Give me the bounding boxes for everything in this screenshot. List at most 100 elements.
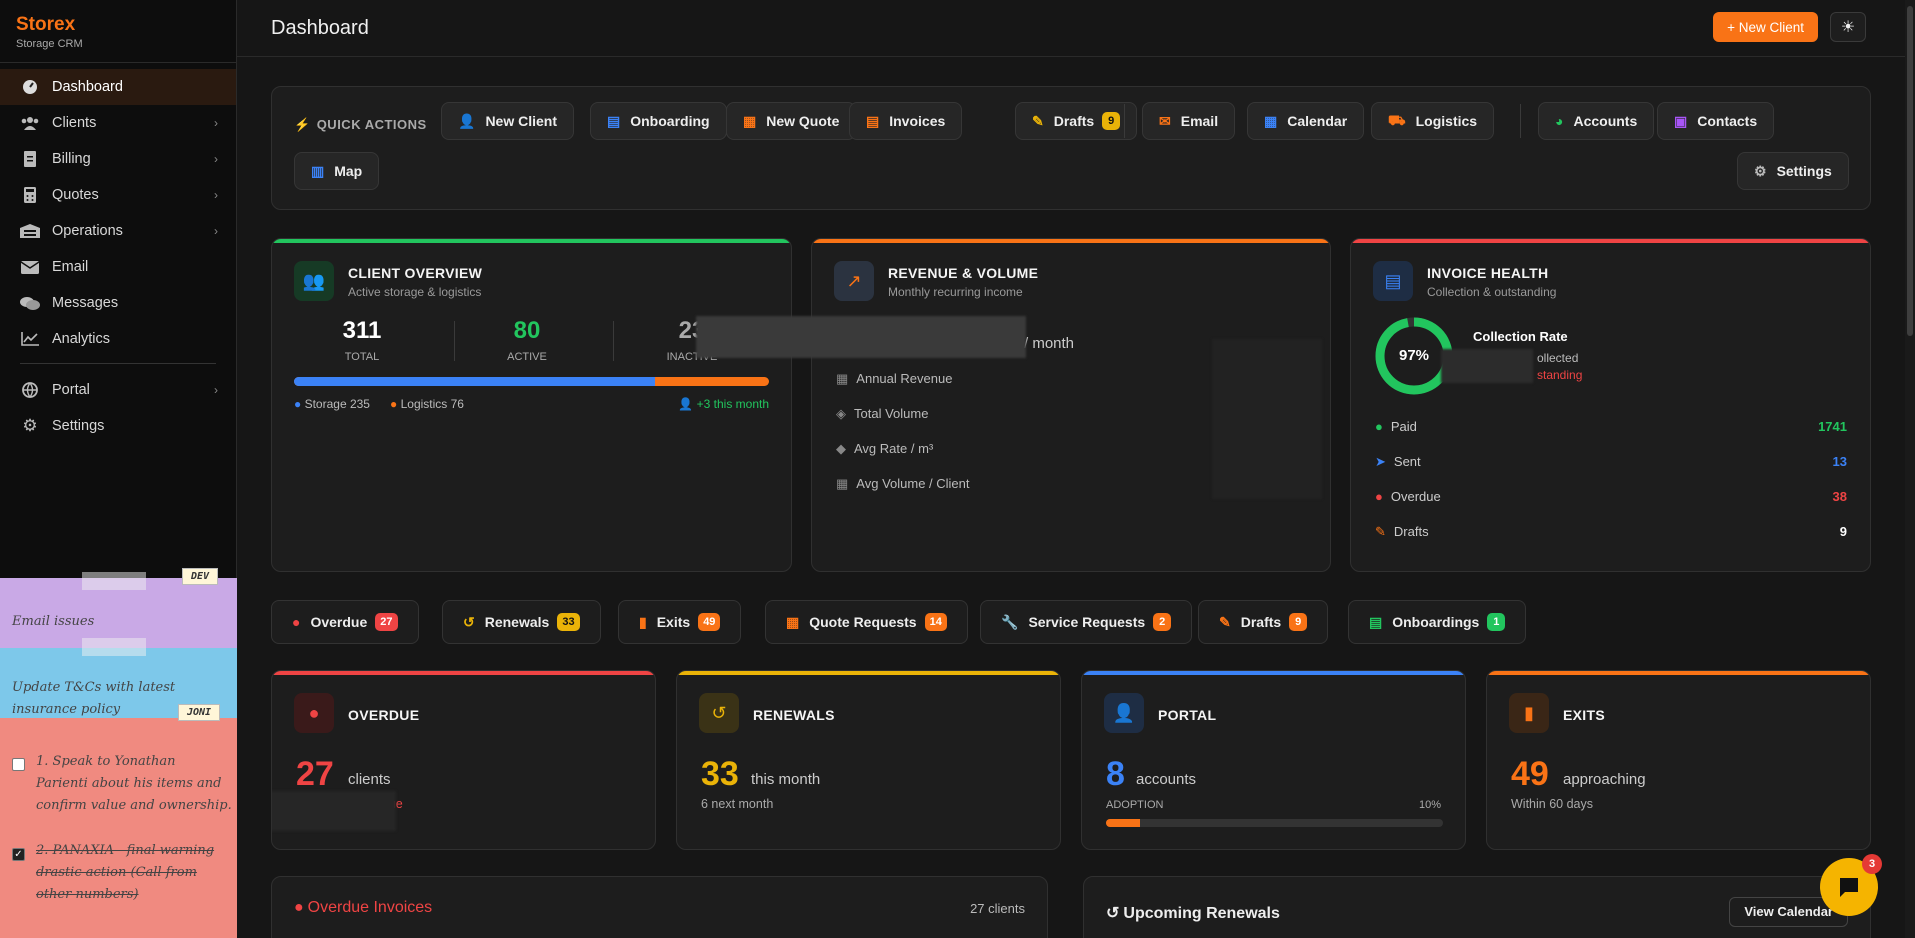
sidebar-item-quotes[interactable]: Quotes › [0,177,236,213]
sidebar-nav: Dashboard Clients › Billing › Quotes › O… [0,63,236,444]
chevron-right-icon: › [214,116,218,130]
kpi-unit: approaching [1563,771,1646,788]
kpi-portal-card[interactable]: 👤 PORTAL 8 accounts ADOPTION 10% [1081,670,1466,850]
qa-accounts-button[interactable]: ◕ Accounts [1538,102,1655,140]
sidebar-item-operations[interactable]: Operations › [0,213,236,249]
pill-service-requests[interactable]: 🔧 Service Requests 2 [980,600,1193,644]
scrollbar-thumb[interactable] [1907,6,1913,336]
storage-progress-bar [294,377,769,386]
pill-overdue[interactable]: ● Overdue 27 [271,600,419,644]
paper-plane-icon: ➤ [1375,454,1386,469]
legend-storage-text: Storage 235 [304,397,370,411]
page-scrollbar[interactable] [1905,0,1915,938]
history-icon: ↺ [463,613,475,630]
kpi-exits-card[interactable]: ▮ EXITS 49 approaching Within 60 days [1486,670,1871,850]
invoice-row-sent[interactable]: ➤ Sent 13 [1375,454,1847,470]
kpi-title: OVERDUE [348,707,420,723]
qa-settings-button[interactable]: ⚙ Settings [1737,152,1849,190]
kpi-unit: this month [751,771,821,788]
pill-onboardings[interactable]: ▤ Onboardings 1 [1348,600,1527,644]
qa-invoices-button[interactable]: ▤ Invoices [849,102,963,140]
kpi-subtext: Within 60 days [1511,797,1593,811]
qa-calendar-button[interactable]: ▦ Calendar [1247,102,1365,140]
warehouse-icon [20,223,40,239]
brand[interactable]: Storex Storage CRM [0,0,236,63]
row-value: 13 [1832,454,1847,469]
sidebar-item-email[interactable]: Email [0,249,236,285]
kpi-value: 27 [296,755,334,793]
chart-line-icon [20,331,40,347]
check-circle-icon: ● [1375,419,1383,434]
qa-new-client-button[interactable]: 👤 New Client [441,102,575,140]
calculator-icon [20,187,40,203]
door-open-icon: ▮ [1509,693,1549,733]
sticky-note-todos[interactable]: JONI 1. Speak to Yonathan Parienti about… [0,704,237,938]
invoice-health-card[interactable]: ▤ INVOICE HEALTH Collection & outstandin… [1350,238,1871,572]
chevron-right-icon: › [214,152,218,166]
invoice-row-overdue[interactable]: ● Overdue 38 [1375,489,1847,504]
pill-exits[interactable]: ▮ Exits 49 [618,600,742,644]
theme-toggle-button[interactable]: ☀ [1830,12,1866,42]
draft-icon: ✎ [1375,524,1386,539]
kpi-subtext: 6 next month [701,797,774,811]
alert-circle-icon: ● [294,693,334,733]
new-client-button[interactable]: + New Client [1713,12,1818,42]
adoption-label: ADOPTION [1106,799,1164,811]
note-text: Email issues [12,614,95,629]
row-label: Paid [1390,419,1417,434]
card-subtitle: Collection & outstanding [1427,285,1557,299]
pill-quote-requests[interactable]: ▦ Quote Requests 14 [765,600,968,644]
quick-actions-panel: ⚡ QUICK ACTIONS 👤 New Client ▤ Onboarding ▦… [271,86,1871,210]
cube-icon: ◈ [836,406,846,421]
todo-checkbox[interactable] [12,758,25,771]
sidebar-item-settings[interactable]: ⚙ Settings [0,408,236,444]
row-value: 1741 [1818,419,1847,434]
qa-email-button[interactable]: ✉ Email [1142,102,1236,140]
card-accent [1487,671,1870,675]
sidebar-item-messages[interactable]: Messages [0,285,236,321]
sidebar-item-label: Analytics [52,331,111,347]
revenue-volume-card[interactable]: ↗ REVENUE & VOLUME Monthly recurring inc… [811,238,1331,572]
upcoming-renewals-panel: ↺ Upcoming Renewals View Calendar [1083,876,1871,938]
qa-contacts-button[interactable]: ▣ Contacts [1657,102,1775,140]
invoice-row-drafts[interactable]: ✎ Drafts 9 [1375,524,1847,540]
sidebar-item-label: Dashboard [52,79,123,95]
stat-total-label: TOTAL [344,351,380,363]
qa-label: Email [1180,113,1219,129]
qa-drafts-button[interactable]: ✎ Drafts 9 [1015,102,1138,140]
card-title: REVENUE & VOLUME [888,265,1039,281]
client-overview-card[interactable]: 👥 CLIENT OVERVIEW Active storage & logis… [271,238,792,572]
row-label: Sent [1393,454,1421,469]
pill-badge: 1 [1487,613,1506,631]
row-label: Avg Rate / m³ [854,441,934,456]
sidebar-item-dashboard[interactable]: Dashboard [0,69,236,105]
sidebar-item-analytics[interactable]: Analytics [0,321,236,357]
qa-logistics-button[interactable]: ⛟ Logistics [1371,102,1495,140]
kpi-overdue-card[interactable]: ● OVERDUE 27 clients lue [271,670,656,850]
pill-drafts[interactable]: ✎ Drafts 9 [1198,600,1329,644]
envelope-icon: ✉ [1159,112,1171,129]
sidebar-item-billing[interactable]: Billing › [0,141,236,177]
chat-launcher-button[interactable]: 3 [1820,854,1882,916]
qa-map-button[interactable]: ▥ Map [294,152,380,190]
row-value: 38 [1832,489,1847,504]
sidebar-item-label: Quotes [52,187,99,203]
kpi-unit: clients [348,771,391,788]
qa-label: Onboarding [630,113,710,129]
sidebar-item-portal[interactable]: Portal › [0,372,236,408]
sun-icon: ☀ [1840,19,1856,36]
clipboard-icon: ▤ [1369,613,1383,630]
row-label: Annual Revenue [856,371,953,386]
kpi-renewals-card[interactable]: ↺ RENEWALS 33 this month 6 next month [676,670,1061,850]
users-icon [20,115,40,131]
todo-checkbox-checked[interactable]: ✓ [12,848,25,861]
calculator-icon: ▦ [743,112,757,129]
qa-new-quote-button[interactable]: ▦ New Quote [726,102,857,140]
invoice-row-paid[interactable]: ● Paid 1741 [1375,419,1847,434]
todo-text: drastic action (Call from [36,865,197,880]
pill-renewals[interactable]: ↺ Renewals 33 [442,600,601,644]
sidebar-item-clients[interactable]: Clients › [0,105,236,141]
qa-onboarding-button[interactable]: ▤ Onboarding [590,102,727,140]
sidebar-item-label: Email [52,259,89,275]
qa-label: Accounts [1573,113,1638,129]
